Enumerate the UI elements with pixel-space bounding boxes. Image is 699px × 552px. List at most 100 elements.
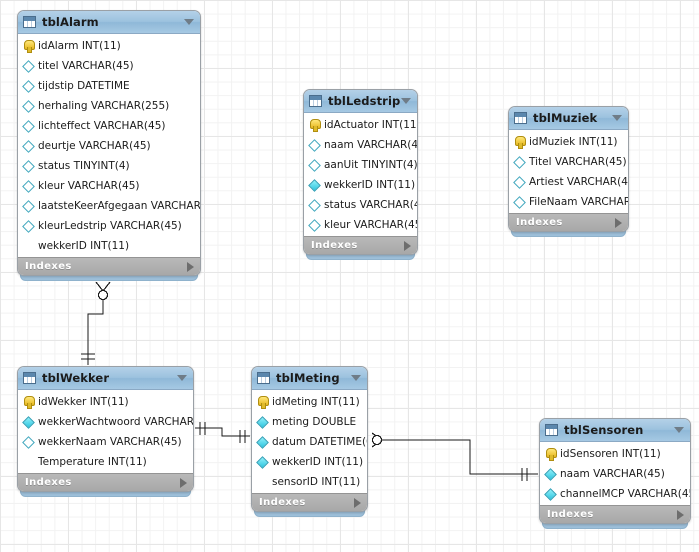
column-label: Temperature INT(11) xyxy=(38,456,147,468)
chevron-down-icon[interactable] xyxy=(351,375,361,381)
indexes-section-tblMeting[interactable]: Indexes xyxy=(252,493,367,511)
column-row[interactable]: kleur VARCHAR(45) xyxy=(18,176,200,196)
table-header-tblWekker[interactable]: tblWekker xyxy=(18,367,193,390)
chevron-down-icon[interactable] xyxy=(184,19,194,25)
column-row[interactable]: idSensoren INT(11) xyxy=(540,444,690,464)
table-box-tblMeting[interactable]: tblMeting idMeting INT(11) meting DOUBLE da… xyxy=(251,366,368,512)
table-box-tblWekker[interactable]: tblWekker idWekker INT(11) wekkerWachtwoor… xyxy=(17,366,194,492)
indexes-section-tblWekker[interactable]: Indexes xyxy=(18,473,193,491)
table-header-tblMeting[interactable]: tblMeting xyxy=(252,367,367,390)
column-row[interactable]: wekkerNaam VARCHAR(45) xyxy=(18,432,193,452)
indexes-section-tblAlarm[interactable]: Indexes xyxy=(18,257,200,275)
column-row[interactable]: idWekker INT(11) xyxy=(18,392,193,412)
column-label: Artiest VARCHAR(45) xyxy=(529,176,629,188)
column-label: sensorID INT(11) xyxy=(272,476,361,488)
chevron-right-icon[interactable] xyxy=(187,261,194,272)
chevron-down-icon[interactable] xyxy=(674,427,684,433)
primary-key-icon xyxy=(310,119,321,132)
column-row[interactable]: idMeting INT(11) xyxy=(252,392,367,412)
column-row[interactable]: Titel VARCHAR(45) xyxy=(509,152,628,172)
column-row[interactable]: Temperature INT(11) xyxy=(18,452,193,472)
column-label: naam VARCHAR(45) xyxy=(560,468,665,480)
table-box-tblMuziek[interactable]: tblMuziek idMuziek INT(11) Titel VARCHAR(4… xyxy=(508,106,629,232)
primary-key-icon xyxy=(24,396,35,409)
column-row[interactable]: wekkerWachtwoord VARCHAR(45) xyxy=(18,412,193,432)
column-diamond-icon xyxy=(22,159,35,173)
column-row[interactable]: idActuator INT(11) xyxy=(304,115,417,135)
primary-key-icon xyxy=(258,396,269,409)
column-row[interactable]: sensorID INT(11) xyxy=(252,472,367,492)
column-row[interactable]: channelMCP VARCHAR(45) xyxy=(540,484,690,504)
table-box-tblAlarm[interactable]: tblAlarm idAlarm INT(11) titel VARCHAR(45)… xyxy=(17,10,201,276)
indexes-label: Indexes xyxy=(311,240,358,251)
column-row[interactable]: titel VARCHAR(45) xyxy=(18,56,200,76)
column-label: datum DATETIME(6) xyxy=(272,436,368,448)
column-label: deurtje VARCHAR(45) xyxy=(38,140,151,152)
column-row[interactable]: wekkerID INT(11) xyxy=(304,175,417,195)
relationship-tblMeting-tblSensoren xyxy=(371,432,538,481)
indexes-section-tblMuziek[interactable]: Indexes xyxy=(509,213,628,231)
table-icon xyxy=(257,372,270,384)
column-diamond-icon xyxy=(308,138,321,152)
indexes-section-tblSensoren[interactable]: Indexes xyxy=(540,505,690,523)
chevron-down-icon[interactable] xyxy=(401,98,411,104)
table-box-tblLedstrip[interactable]: tblLedstrip idActuator INT(11) naam VARCHA… xyxy=(303,89,418,255)
table-header-tblMuziek[interactable]: tblMuziek xyxy=(509,107,628,130)
table-name-label: tblSensoren xyxy=(564,423,644,437)
foreign-key-diamond-icon xyxy=(308,178,321,192)
column-row[interactable]: idAlarm INT(11) xyxy=(18,36,200,56)
primary-key-icon xyxy=(515,136,526,149)
table-box-tblSensoren[interactable]: tblSensoren idSensoren INT(11) naam VARCHA… xyxy=(539,418,691,524)
indexes-section-tblLedstrip[interactable]: Indexes xyxy=(304,236,417,254)
column-row[interactable]: herhaling VARCHAR(255) xyxy=(18,96,200,116)
column-list-tblMuziek: idMuziek INT(11) Titel VARCHAR(45) Artiest… xyxy=(509,130,628,213)
column-row[interactable]: deurtje VARCHAR(45) xyxy=(18,136,200,156)
column-row[interactable]: laatsteKeerAfgegaan VARCHAR(45) xyxy=(18,196,200,216)
column-row[interactable]: lichteffect VARCHAR(45) xyxy=(18,116,200,136)
column-row[interactable]: meting DOUBLE xyxy=(252,412,367,432)
chevron-down-icon[interactable] xyxy=(177,375,187,381)
column-row[interactable]: idMuziek INT(11) xyxy=(509,132,628,152)
column-row[interactable]: kleur VARCHAR(45) xyxy=(304,215,417,235)
column-row[interactable]: FileNaam VARCHAR(45) xyxy=(509,192,628,212)
column-diamond-icon xyxy=(22,435,35,449)
column-label: wekkerNaam VARCHAR(45) xyxy=(38,436,182,448)
column-label: status TINYINT(4) xyxy=(38,160,130,172)
eer-diagram-canvas[interactable]: tblAlarm idAlarm INT(11) titel VARCHAR(45)… xyxy=(0,0,699,552)
foreign-key-diamond-icon xyxy=(256,435,269,449)
column-row[interactable]: wekkerID INT(11) xyxy=(252,452,367,472)
chevron-right-icon[interactable] xyxy=(404,240,411,251)
column-row[interactable]: kleurLedstrip VARCHAR(45) xyxy=(18,216,200,236)
column-row[interactable]: status TINYINT(4) xyxy=(18,156,200,176)
column-list-tblSensoren: idSensoren INT(11) naam VARCHAR(45) channe… xyxy=(540,442,690,505)
chevron-right-icon[interactable] xyxy=(677,509,684,520)
column-list-tblLedstrip: idActuator INT(11) naam VARCHAR(45) aanUit… xyxy=(304,113,417,236)
column-label: status VARCHAR(45) xyxy=(324,199,417,211)
column-diamond-icon xyxy=(22,199,35,213)
column-row[interactable]: datum DATETIME(6) xyxy=(252,432,367,452)
chevron-right-icon[interactable] xyxy=(354,497,361,508)
column-label: kleurLedstrip VARCHAR(45) xyxy=(38,220,182,232)
column-row[interactable]: tijdstip DATETIME xyxy=(18,76,200,96)
chevron-right-icon[interactable] xyxy=(615,217,622,228)
column-diamond-icon xyxy=(22,219,35,233)
column-diamond-icon xyxy=(513,175,526,189)
column-row[interactable]: wekkerID INT(11) xyxy=(18,236,200,256)
chevron-down-icon[interactable] xyxy=(612,115,622,121)
foreign-key-diamond-icon xyxy=(22,415,35,429)
column-label: Titel VARCHAR(45) xyxy=(529,156,627,168)
chevron-right-icon[interactable] xyxy=(180,477,187,488)
column-diamond-icon xyxy=(22,59,35,73)
table-icon xyxy=(545,424,558,436)
column-row[interactable]: Artiest VARCHAR(45) xyxy=(509,172,628,192)
column-diamond-icon xyxy=(513,155,526,169)
table-icon xyxy=(514,112,527,124)
column-row[interactable]: naam VARCHAR(45) xyxy=(304,135,417,155)
table-header-tblLedstrip[interactable]: tblLedstrip xyxy=(304,90,417,113)
column-row[interactable]: naam VARCHAR(45) xyxy=(540,464,690,484)
table-header-tblSensoren[interactable]: tblSensoren xyxy=(540,419,690,442)
table-header-tblAlarm[interactable]: tblAlarm xyxy=(18,11,200,34)
column-row[interactable]: status VARCHAR(45) xyxy=(304,195,417,215)
column-icon-placeholder xyxy=(24,242,33,251)
column-row[interactable]: aanUit TINYINT(4) xyxy=(304,155,417,175)
